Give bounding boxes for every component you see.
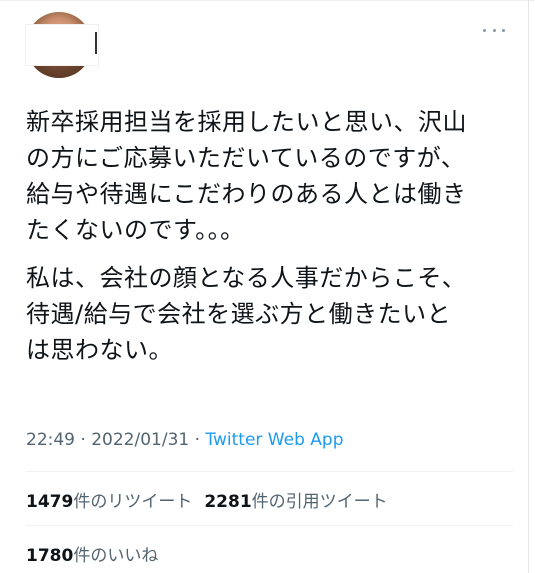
redacted-author-name [25,24,99,66]
meta-separator: · [194,430,201,450]
tweet-line: たくないのです。。。 [26,216,245,244]
tweet-paragraph: 私は、会社の顔となる人事だからこそ、 待遇/給与で会社を選ぶ方と働きたいと は思… [26,260,516,368]
more-horizontal-icon [502,28,505,32]
more-options-button[interactable] [483,24,505,36]
tweet-source-link[interactable]: Twitter Web App [205,430,343,450]
likes-stat[interactable]: 1780件のいいね [26,546,158,566]
retweets-stat[interactable]: 1479件のリツイート [26,492,192,512]
more-horizontal-icon [483,28,486,32]
tweet-line: は思わない。 [26,336,173,364]
engagement-stats-row: 1479件のリツイート 2281件の引用ツイート [26,487,388,512]
retweet-label: 件のリツイート [73,492,193,512]
divider [26,525,513,526]
retweet-count: 1479 [26,492,74,512]
tweet-text: 新卒採用担当を採用したいと思い、沢山 の方にご応募いただいているのですが、 給与… [26,104,516,368]
more-horizontal-icon [492,28,496,32]
tweet-paragraph: 新卒採用担当を採用したいと思い、沢山 の方にご応募いただいているのですが、 給与… [26,104,516,248]
likes-stats-row: 1780件のいいね [26,541,158,566]
tweet-line: 待遇/給与で会社を選ぶ方と働きたいと [26,300,452,328]
like-label: 件のいいね [73,546,159,566]
tweet-line: 新卒採用担当を採用したいと思い、沢山 [26,108,467,136]
divider [26,471,513,472]
tweet-line: 私は、会社の顔となる人事だからこそ、 [26,264,467,292]
right-border [528,0,529,573]
tweet-metadata: 22:49 · 2022/01/31 · Twitter Web App [26,430,343,450]
quote-count: 2281 [204,492,252,512]
quotes-stat[interactable]: 2281件の引用ツイート [204,492,387,512]
like-count: 1780 [26,546,74,566]
tweet-line: 給与や待遇にこだわりのある人とは働き [26,180,467,208]
tweet-line: の方にご応募いただいているのですが、 [26,144,466,172]
top-border [0,0,535,1]
tweet-date[interactable]: 2022/01/31 [91,430,189,450]
tweet-time[interactable]: 22:49 [26,430,75,450]
quote-label: 件の引用ツイート [251,492,388,512]
meta-separator: · [80,430,86,450]
redaction-mark [95,32,97,54]
